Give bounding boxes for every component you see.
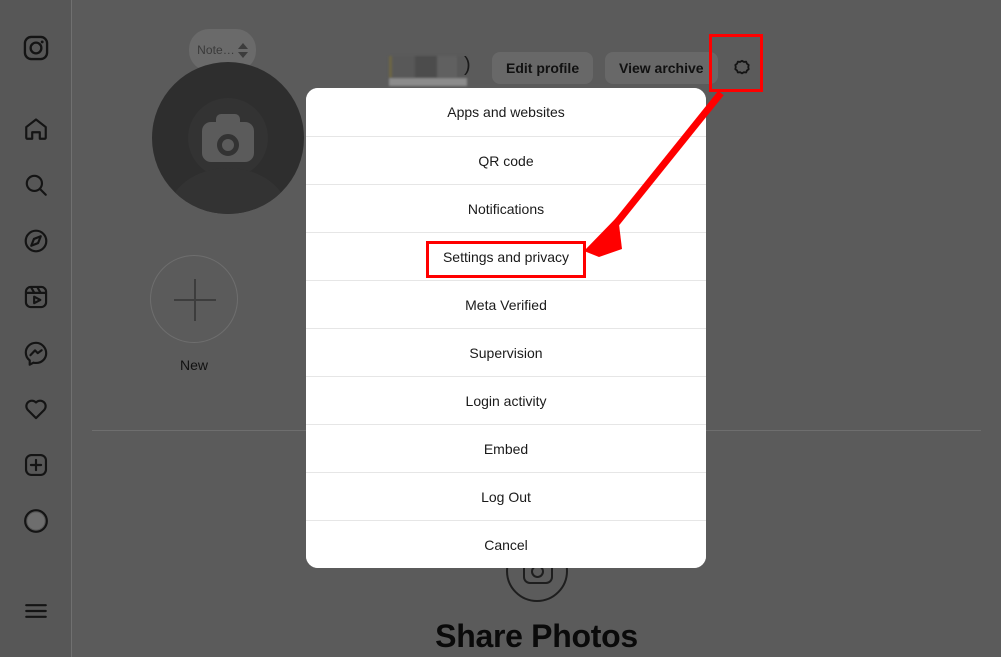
menu-item-log-out[interactable]: Log Out bbox=[306, 472, 706, 520]
menu-item-cancel[interactable]: Cancel bbox=[306, 520, 706, 568]
camera-lens-icon bbox=[217, 134, 239, 156]
username-redaction-bar bbox=[389, 78, 467, 86]
menu-item-settings-and-privacy[interactable]: Settings and privacy bbox=[306, 232, 706, 280]
avatar-shoulders-shape bbox=[168, 168, 288, 214]
empty-state-title: Share Photos bbox=[435, 618, 638, 654]
sidebar-item-explore[interactable] bbox=[0, 217, 72, 265]
instagram-logo-icon[interactable] bbox=[0, 24, 72, 72]
menu-item-notifications[interactable]: Notifications bbox=[306, 184, 706, 232]
sidebar-item-create[interactable] bbox=[0, 441, 72, 489]
menu-item-qr-code[interactable]: QR code bbox=[306, 136, 706, 184]
menu-item-meta-verified[interactable]: Meta Verified bbox=[306, 280, 706, 328]
menu-item-apps-and-websites[interactable]: Apps and websites bbox=[306, 88, 706, 136]
hamburger-menu-icon[interactable] bbox=[0, 587, 72, 635]
edit-profile-button[interactable]: Edit profile bbox=[492, 52, 594, 84]
menu-item-login-activity[interactable]: Login activity bbox=[306, 376, 706, 424]
left-sidebar bbox=[0, 0, 72, 657]
sidebar-item-home[interactable] bbox=[0, 105, 72, 153]
plus-icon-vertical bbox=[194, 279, 196, 321]
sidebar-item-messages[interactable] bbox=[0, 329, 72, 377]
menu-item-supervision[interactable]: Supervision bbox=[306, 328, 706, 376]
new-highlight-circle[interactable] bbox=[150, 255, 238, 343]
new-highlight-button[interactable]: New bbox=[135, 255, 253, 373]
sidebar-item-profile[interactable] bbox=[0, 497, 72, 545]
username-redacted bbox=[389, 56, 467, 78]
gear-icon[interactable] bbox=[722, 48, 762, 88]
sidebar-item-search[interactable] bbox=[0, 161, 72, 209]
new-highlight-label: New bbox=[179, 357, 208, 373]
sidebar-item-notifications[interactable] bbox=[0, 385, 72, 433]
menu-item-embed[interactable]: Embed bbox=[306, 424, 706, 472]
settings-menu-modal: Apps and websites QR code Notifications … bbox=[306, 88, 706, 568]
username-trailing-char: ) bbox=[464, 54, 471, 76]
instagram-profile-screen: Note… ) Edit profile View archive New Sh… bbox=[0, 0, 1001, 657]
sidebar-item-reels[interactable] bbox=[0, 273, 72, 321]
view-archive-button[interactable]: View archive bbox=[605, 52, 718, 84]
